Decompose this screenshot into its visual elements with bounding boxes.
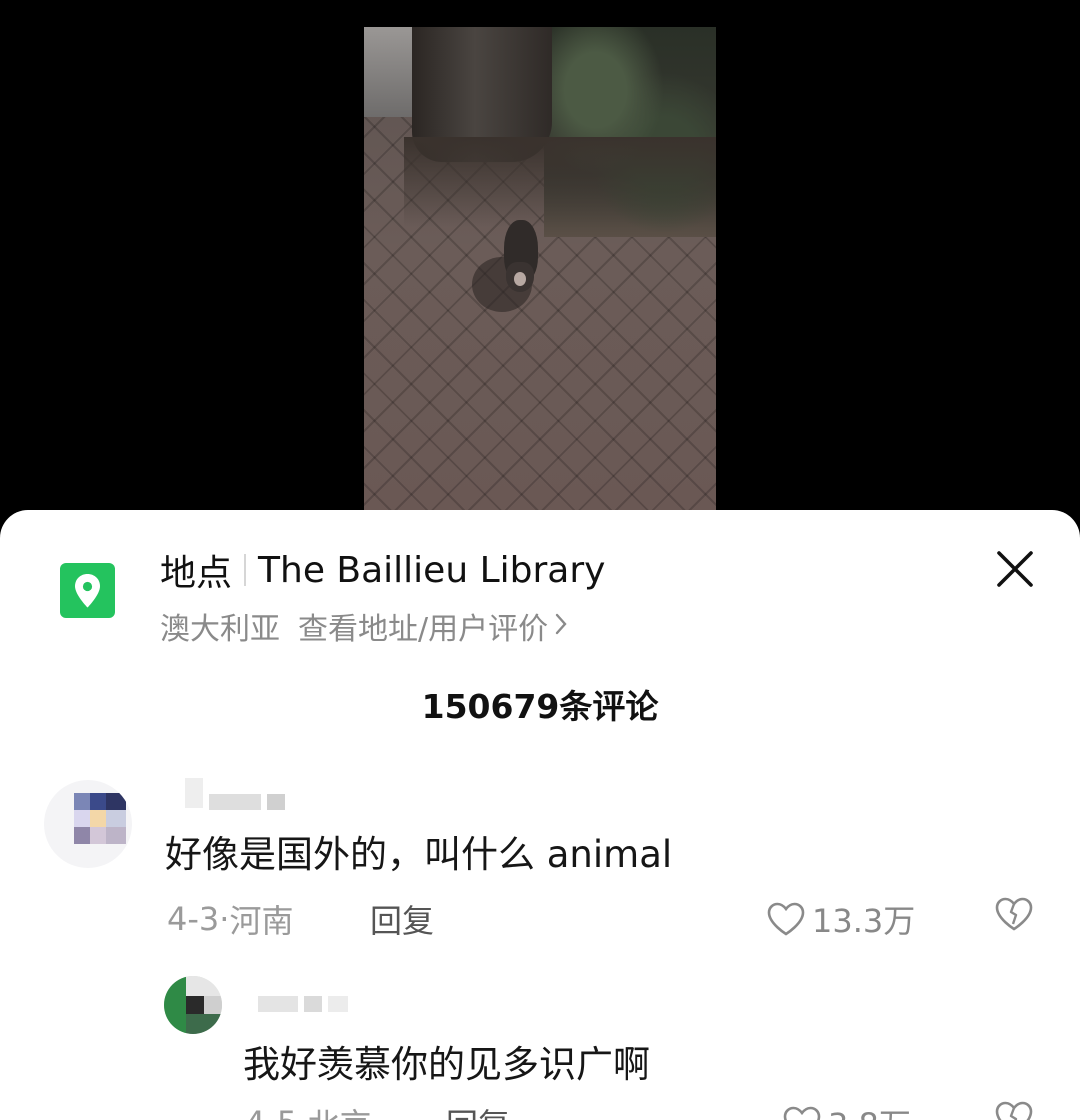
- video-frame[interactable]: [364, 27, 716, 522]
- reply-button[interactable]: 回复: [446, 1100, 510, 1120]
- map-pin-icon: [60, 563, 115, 618]
- meta-separator: ·: [219, 900, 230, 938]
- location-divider: [244, 554, 247, 586]
- meta-separator: ·: [297, 1104, 307, 1120]
- like-button[interactable]: 13.3万: [766, 896, 915, 942]
- comment-region: 河南: [229, 902, 294, 940]
- like-count: 13.3万: [812, 902, 916, 940]
- video-scene-animal-head: [506, 262, 534, 292]
- comment-text: 好像是国外的，叫什么 animal: [165, 833, 673, 876]
- comment-meta: 4-3 · 河南: [167, 896, 293, 942]
- comment-date: 4-3: [167, 900, 220, 938]
- heart-outline-icon: [783, 1106, 821, 1120]
- comment-count: 150679条评论: [421, 687, 659, 726]
- location-label: 地点: [160, 553, 233, 594]
- like-count: 3.8万: [828, 1100, 911, 1120]
- location-detail-link[interactable]: 查看地址/用户评价: [298, 604, 548, 648]
- location-title: 地点 The Baillieu Library: [160, 546, 606, 595]
- location-card[interactable]: 地点 The Baillieu Library 澳大利亚 查看地址/用户评价: [0, 510, 1080, 650]
- video-player[interactable]: [0, 0, 1080, 540]
- location-subtitle[interactable]: 澳大利亚 查看地址/用户评价: [160, 604, 568, 648]
- username-blurred[interactable]: [258, 996, 348, 1012]
- close-button[interactable]: [990, 544, 1040, 594]
- comment-sheet: 地点 The Baillieu Library 澳大利亚 查看地址/用户评价 1…: [0, 510, 1080, 1120]
- reply-meta: 4-5 · 北京: [245, 1100, 371, 1120]
- broken-heart-icon: [995, 1101, 1033, 1120]
- username-blurred[interactable]: [185, 776, 285, 810]
- reply-text: 我好羡慕你的见多识广啊: [243, 1043, 650, 1086]
- chevron-right-icon: [554, 609, 568, 644]
- video-scene-soil: [404, 137, 716, 227]
- dislike-button[interactable]: [994, 896, 1034, 936]
- heart-outline-icon: [767, 902, 805, 936]
- location-country: 澳大利亚: [160, 612, 280, 647]
- avatar[interactable]: [164, 976, 222, 1034]
- reply-button[interactable]: 回复: [370, 896, 434, 942]
- location-name: The Baillieu Library: [258, 549, 606, 591]
- broken-heart-icon: [995, 897, 1033, 931]
- reply-region: 北京: [307, 1100, 371, 1120]
- like-button[interactable]: 3.8万: [782, 1100, 911, 1120]
- avatar[interactable]: [44, 780, 132, 868]
- close-icon: [997, 551, 1033, 587]
- dislike-button[interactable]: [994, 1100, 1034, 1120]
- reply-date: 4-5: [245, 1104, 297, 1120]
